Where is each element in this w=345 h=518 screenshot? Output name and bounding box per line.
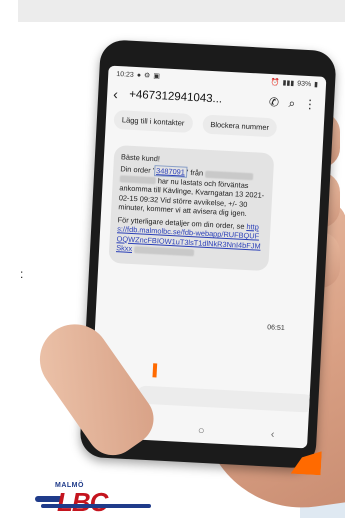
notification-icon: ● <box>136 71 142 79</box>
phone-call-icon[interactable]: ✆ <box>265 95 284 110</box>
logo-underline <box>41 504 151 508</box>
block-number-button[interactable]: Blockera nummer <box>201 114 278 138</box>
more-options-icon[interactable]: ⋮ <box>301 97 320 112</box>
home-icon[interactable]: ○ <box>198 425 205 437</box>
search-icon[interactable]: ⌕ <box>283 95 302 111</box>
malmo-lbc-logo: MALMÖ LBC <box>35 482 165 517</box>
logo-wordmark: LBC <box>57 487 108 517</box>
sms-message-bubble: Bäste kund! Din order ' 3487091 ' från har… <box>108 144 275 271</box>
battery-icon: ▮ <box>313 81 319 89</box>
status-time: 10:23 <box>116 70 134 79</box>
message-input[interactable] <box>136 385 315 413</box>
back-arrow-icon[interactable]: ‹ <box>113 86 130 103</box>
add-contact-button[interactable]: Lägg till i kontakter <box>113 109 193 133</box>
back-icon[interactable]: ‹ <box>270 429 274 441</box>
orange-marker <box>152 363 158 378</box>
message-time: 06:51 <box>267 324 285 333</box>
alarm-icon: ⏰ <box>270 79 280 87</box>
battery-level: 93% <box>296 79 312 88</box>
settings-icon: ⚙ <box>143 72 151 80</box>
orange-corner-accent <box>291 450 322 476</box>
order-prefix: Din order ' <box>120 164 155 176</box>
redacted-text <box>134 245 195 257</box>
signal-icon: ▮▮▮ <box>282 79 295 88</box>
message-order-line: Din order ' 3487091 ' från har nu lastats … <box>118 165 266 220</box>
side-mark: : <box>20 267 24 281</box>
order-suffix: ' från <box>186 168 204 179</box>
top-background-band <box>18 0 345 22</box>
message-details: För ytterligare detaljer om din order, s… <box>116 215 264 260</box>
image-icon: ▣ <box>153 72 161 81</box>
